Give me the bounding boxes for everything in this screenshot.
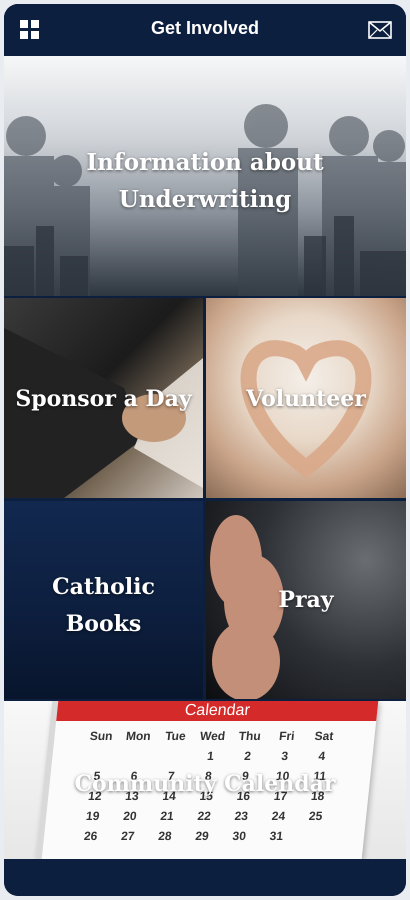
calendar-weekday-row: Sun Mon Tue Wed Thu Fri Sat [81,729,343,749]
calendar-weekday: Sat [313,729,335,743]
calendar-day: 21 [159,809,175,823]
calendar-day [294,829,333,849]
calendar-week-row: 19 20 21 22 23 24 25 [73,809,335,829]
top-bar: Get Involved [4,4,406,56]
community-calendar-tile[interactable]: Calendar Sun Mon Tue Wed Thu Fri Sat 1 2 [4,701,406,859]
calendar-weekday: Thu [238,729,262,743]
community-calendar-label: Community Calendar [74,771,336,797]
volunteer-tile[interactable]: Volunteer [206,298,406,498]
underwriting-label-line1: Information about [86,149,324,176]
calendar-weekday: Wed [199,729,226,743]
calendar-day: 23 [233,809,249,823]
calendar-week-row: 26 27 28 29 30 31 [71,829,333,849]
pray-label: Pray [278,587,334,613]
underwriting-label: Information about Underwriting [4,144,406,218]
calendar-day [153,749,192,769]
calendar-day: 2 [243,749,252,763]
sponsor-a-day-label: Sponsor a Day [15,386,192,412]
calendar-day: 26 [83,829,99,843]
calendar-day: 20 [122,809,138,823]
calendar-day: 31 [268,829,284,843]
calendar-day: 28 [157,829,173,843]
calendar-weekday: Tue [164,729,187,743]
calendar-day: 27 [120,829,136,843]
bottom-bar [4,859,406,896]
catholic-books-label: Catholic Books [4,569,203,643]
underwriting-label-line2: Underwriting [118,186,292,213]
calendar-day [116,749,155,769]
volunteer-label: Volunteer [246,386,366,412]
underwriting-tile[interactable]: Information about Underwriting [4,56,406,296]
pray-tile[interactable]: Pray [206,501,406,699]
calendar-day: 4 [317,749,327,763]
calendar-day: 3 [280,749,289,763]
sponsor-a-day-tile[interactable]: Sponsor a Day [4,298,203,498]
calendar-day: 1 [206,749,215,763]
calendar-weekday: Sun [89,729,114,743]
calendar-day: 25 [308,809,324,823]
mail-icon[interactable] [368,21,392,39]
catholic-books-label-line1: Catholic [52,574,155,600]
catholic-books-tile[interactable]: Catholic Books [4,501,203,699]
app-frame: Get Involved Information about Underwrit… [4,4,406,896]
calendar-day: 22 [196,809,212,823]
calendar-weekday: Mon [125,729,152,743]
calendar-week-row: 1 2 3 4 [79,749,341,769]
calendar-weekday: Fri [278,729,296,743]
calendar-day: 29 [194,829,210,843]
calendar-day: 30 [231,829,247,843]
catholic-books-label-line2: Books [65,611,142,637]
page-title: Get Involved [150,18,260,38]
calendar-day: 19 [85,809,101,823]
calendar-image-header: Calendar [56,701,379,721]
calendar-day: 24 [271,809,286,823]
calendar-day [79,749,118,769]
